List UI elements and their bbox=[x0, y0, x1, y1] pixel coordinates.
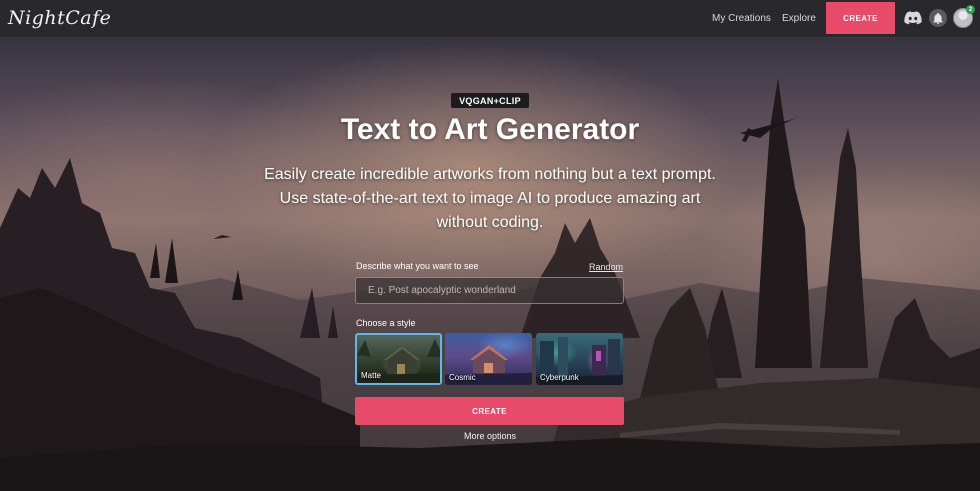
prompt-input[interactable] bbox=[355, 277, 624, 304]
model-badge: VQGAN+CLIP bbox=[451, 93, 529, 108]
prompt-label: Describe what you want to see bbox=[356, 261, 479, 271]
subtitle-line: Use state-of-the-art text to image AI to… bbox=[279, 190, 701, 207]
style-card-matte[interactable]: Matte bbox=[355, 333, 442, 385]
nav-create-button[interactable]: CREATE bbox=[826, 2, 895, 34]
subtitle-line: Easily create incredible artworks from n… bbox=[264, 166, 716, 183]
random-prompt-link[interactable]: Random bbox=[589, 262, 623, 272]
style-name: Cyberpunk bbox=[540, 373, 579, 382]
style-name: Cosmic bbox=[449, 373, 476, 382]
bell-icon bbox=[933, 12, 943, 24]
style-card-cyberpunk[interactable]: Cyberpunk bbox=[536, 333, 623, 385]
nightcafe-logo[interactable]: NightCafe bbox=[8, 7, 111, 29]
notification-count-badge: 2 bbox=[966, 5, 975, 14]
nav-explore[interactable]: Explore bbox=[782, 13, 816, 24]
nav-my-creations[interactable]: My Creations bbox=[712, 13, 771, 24]
hero-subtitle: Easily create incredible artworks from n… bbox=[230, 163, 750, 235]
subtitle-line: without coding. bbox=[436, 214, 544, 231]
notifications-button[interactable] bbox=[929, 9, 947, 27]
page-title: Text to Art Generator bbox=[340, 113, 640, 146]
style-name: Matte bbox=[361, 371, 382, 380]
style-card-cosmic[interactable]: Cosmic bbox=[445, 333, 532, 385]
top-navbar: NightCafe My Creations Explore CREATE 2 bbox=[0, 0, 980, 38]
style-label: Choose a style bbox=[356, 318, 416, 328]
more-options-link[interactable]: More options bbox=[0, 431, 980, 441]
create-button[interactable]: CREATE bbox=[355, 397, 624, 425]
discord-icon[interactable] bbox=[904, 11, 922, 25]
